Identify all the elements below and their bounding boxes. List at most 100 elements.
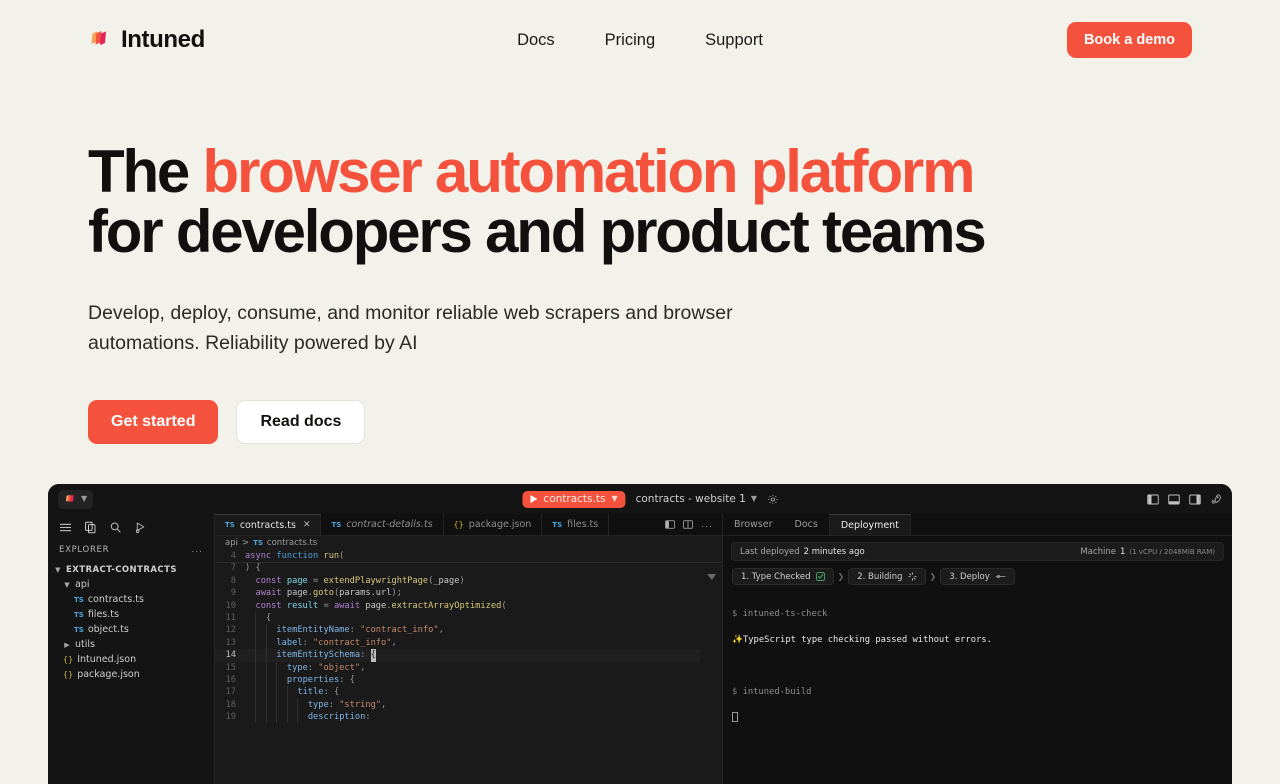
code-line: 10 const result = await page.extractArra… <box>215 600 722 612</box>
tree-item-contracts-ts[interactable]: TS contracts.ts <box>48 592 214 607</box>
terminal-command: intuned-build <box>742 687 812 697</box>
typescript-file-icon: TS <box>331 520 342 529</box>
code-line: 9 await page.goto(params.url); <box>215 587 722 599</box>
last-deployed-value: 2 minutes ago <box>803 546 865 557</box>
breadcrumb-folder[interactable]: api <box>225 538 238 548</box>
tab-files-ts[interactable]: TS files.ts <box>542 514 610 535</box>
terminal-output: TypeScript type checking passed without … <box>742 635 992 645</box>
minimap[interactable] <box>700 550 722 784</box>
main-nav: Docs Pricing Support <box>517 31 763 50</box>
line-number: 11 <box>225 612 236 623</box>
hero-subtitle: Develop, deploy, consume, and monitor re… <box>88 302 733 355</box>
run-target-button[interactable]: contracts.ts ▼ <box>522 490 626 508</box>
line-number: 15 <box>225 662 236 673</box>
chevron-down-icon: ▼ <box>55 565 61 574</box>
context-selector[interactable]: contracts - website 1 ▼ <box>636 493 757 505</box>
line-number: 17 <box>225 687 236 698</box>
tab-label: contract-details.ts <box>346 519 433 530</box>
json-file-icon: {} <box>63 670 74 679</box>
tree-root[interactable]: ▼ EXTRACT-CONTRACTS <box>48 562 214 577</box>
hero-actions: Get started Read docs <box>88 400 1192 445</box>
chevron-down-icon: ▼ <box>64 580 70 589</box>
split-editor-group-icon[interactable] <box>683 520 694 529</box>
intuned-logo-icon <box>65 494 74 502</box>
terminal-prompt: $ <box>732 609 738 619</box>
code-line: 12 itemEntityName: "contract_info", <box>215 624 722 637</box>
tree-item-intuned-json[interactable]: {} Intuned.json <box>48 652 214 667</box>
ide-sidebar: EXPLORER ... ▼ EXTRACT-CONTRACTS ▼ api T… <box>48 514 215 784</box>
run-debug-icon[interactable] <box>134 521 147 534</box>
tree-root-label: EXTRACT-CONTRACTS <box>66 564 177 575</box>
more-actions-icon[interactable]: ... <box>701 520 713 530</box>
step-type-checked[interactable]: 1. Type Checked <box>732 568 834 585</box>
tree-item-utils[interactable]: ▶ utils <box>48 637 214 652</box>
play-icon <box>530 495 538 503</box>
tabstrip-actions: ... <box>656 514 722 535</box>
step-building[interactable]: 2. Building <box>848 568 926 585</box>
tab-contracts-ts[interactable]: TS contracts.ts ✕ <box>215 514 322 535</box>
line-number: 18 <box>225 699 236 710</box>
tree-item-object-ts[interactable]: TS object.ts <box>48 622 214 637</box>
last-deployed-label: Last deployed <box>740 546 800 557</box>
breadcrumb-file[interactable]: contracts.ts <box>267 538 317 548</box>
chevron-right-icon: ▶ <box>64 640 70 649</box>
code-line: 17 title: { <box>215 686 722 699</box>
step-deploy[interactable]: 3. Deploy <box>940 568 1015 585</box>
hero-title-part1: The <box>88 138 203 205</box>
panel-bottom-icon[interactable] <box>1168 494 1180 505</box>
tab-browser[interactable]: Browser <box>723 514 784 535</box>
site-header: Intuned Docs Pricing Support Book a demo <box>0 0 1280 80</box>
json-file-icon: {} <box>63 655 74 664</box>
chevron-right-icon: ❯ <box>929 572 937 581</box>
typescript-file-icon: TS <box>74 595 84 604</box>
tab-docs[interactable]: Docs <box>784 514 829 535</box>
more-actions-icon[interactable]: ... <box>191 545 203 555</box>
code-line: 7 ) { <box>215 562 722 574</box>
files-icon[interactable] <box>84 521 97 534</box>
layout-controls <box>1147 493 1222 505</box>
panel-right-icon[interactable] <box>1189 494 1201 505</box>
tree-item-api[interactable]: ▼ api <box>48 577 214 592</box>
line-number: 16 <box>225 674 236 685</box>
gear-icon[interactable] <box>767 494 778 505</box>
terminal-line <box>732 712 1223 726</box>
nav-item-pricing[interactable]: Pricing <box>605 31 655 50</box>
tree-item-label: utils <box>75 639 95 650</box>
search-icon[interactable] <box>109 521 122 534</box>
tab-deployment[interactable]: Deployment <box>828 514 911 535</box>
line-number: 8 <box>230 575 236 586</box>
close-icon[interactable]: ✕ <box>303 520 311 530</box>
code-line: 19 description: <box>215 711 722 724</box>
get-started-button[interactable]: Get started <box>88 400 219 445</box>
nav-item-docs[interactable]: Docs <box>517 31 555 50</box>
run-controls: contracts.ts ▼ contracts - website 1 ▼ <box>522 490 778 508</box>
line-number: 10 <box>225 600 236 611</box>
terminal-line: $ intuned-ts-check <box>732 608 1223 621</box>
explorer-header: EXPLORER ... <box>48 538 214 560</box>
panel-left-icon[interactable] <box>1147 494 1159 505</box>
line-number: 7 <box>230 563 236 574</box>
deployment-terminal[interactable]: $ intuned-ts-check ✨TypeScript type chec… <box>723 595 1232 752</box>
tree-item-files-ts[interactable]: TS files.ts <box>48 607 214 622</box>
machine-label: Machine <box>1080 546 1117 557</box>
tree-item-package-json[interactable]: {} package.json <box>48 667 214 682</box>
code-editor[interactable]: 4 async function run( 7 ) { 8 const page… <box>215 550 722 784</box>
book-demo-button[interactable]: Book a demo <box>1066 22 1192 58</box>
tree-item-label: Intuned.json <box>77 654 137 665</box>
typescript-file-icon: TS <box>225 521 235 529</box>
terminal-line: ✨TypeScript type checking passed without… <box>732 634 1223 647</box>
tab-contract-details-ts[interactable]: TS contract-details.ts <box>321 514 444 535</box>
brand-logo[interactable]: Intuned <box>88 26 205 54</box>
brand-name: Intuned <box>121 26 205 53</box>
tab-package-json[interactable]: {} package.json <box>444 514 543 535</box>
menu-icon[interactable] <box>59 522 72 533</box>
read-docs-button[interactable]: Read docs <box>236 400 366 445</box>
code-line: 11 { <box>215 611 722 625</box>
nav-item-support[interactable]: Support <box>705 31 763 50</box>
typescript-file-icon: TS <box>74 625 84 634</box>
ide-logo-menu[interactable]: ▼ <box>58 489 94 509</box>
activity-bar <box>48 516 214 538</box>
split-editor-icon[interactable] <box>665 520 676 529</box>
tree-item-label: package.json <box>77 669 140 680</box>
rocket-icon[interactable] <box>1210 493 1222 505</box>
